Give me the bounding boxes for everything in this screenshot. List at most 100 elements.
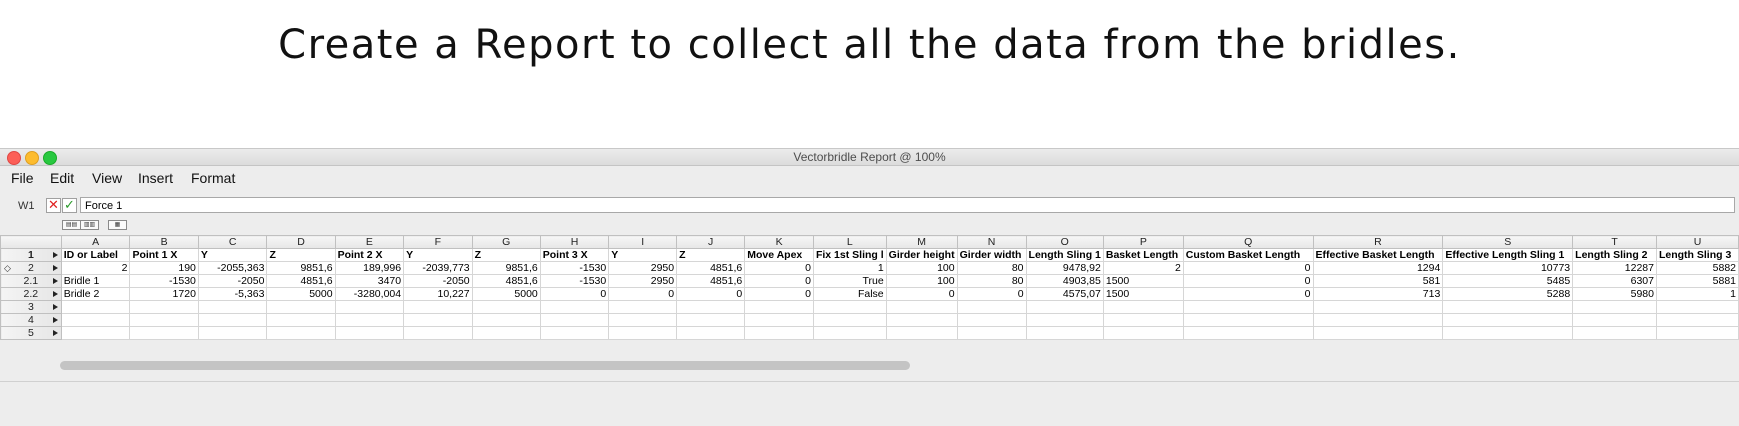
table-cell[interactable] [1312, 326, 1444, 340]
column-header-b[interactable]: B [129, 235, 199, 249]
table-cell[interactable]: Y [608, 248, 678, 262]
table-cell[interactable] [197, 313, 268, 327]
scrollbar-thumb[interactable] [60, 361, 910, 370]
table-cell[interactable] [60, 300, 131, 314]
table-cell[interactable]: -2050 [197, 274, 268, 288]
table-cell[interactable] [129, 326, 199, 340]
row-header[interactable]: 2.2 [0, 287, 62, 301]
table-cell[interactable]: 1 [812, 261, 887, 275]
table-cell[interactable] [1572, 313, 1657, 327]
table-cell[interactable] [1572, 300, 1657, 314]
table-cell[interactable] [1182, 313, 1314, 327]
table-cell[interactable]: Fix 1st Sling l [812, 248, 887, 262]
table-cell[interactable] [60, 313, 131, 327]
table-cell[interactable]: 4851,6 [266, 274, 336, 288]
table-cell[interactable]: -5,363 [197, 287, 268, 301]
table-cell[interactable]: 9478,92 [1025, 261, 1104, 275]
table-cell[interactable] [266, 326, 336, 340]
table-cell[interactable]: 1720 [129, 287, 199, 301]
row-header[interactable]: 5 [0, 326, 62, 340]
row-expand-triangle-icon[interactable] [52, 278, 58, 284]
row-expand-triangle-icon[interactable] [52, 291, 58, 297]
table-cell[interactable]: Effective Length Sling 1 [1442, 248, 1574, 262]
table-cell[interactable]: Length Sling 3 [1655, 248, 1739, 262]
table-cell[interactable]: 5881 [1655, 274, 1739, 288]
table-cell[interactable]: Bridle 2 [60, 287, 131, 301]
table-cell[interactable]: 4575,07 [1025, 287, 1104, 301]
table-cell[interactable] [1182, 300, 1314, 314]
row-expand-triangle-icon[interactable] [52, 304, 58, 310]
table-cell[interactable]: 189,996 [334, 261, 405, 275]
table-cell[interactable]: Length Sling 1 [1025, 248, 1104, 262]
row-header[interactable]: 4 [0, 313, 62, 327]
column-header-m[interactable]: M [885, 235, 958, 249]
table-cell[interactable]: -1530 [129, 274, 199, 288]
column-header-p[interactable]: P [1102, 235, 1184, 249]
row-header[interactable]: 3 [0, 300, 62, 314]
table-cell[interactable]: 10773 [1442, 261, 1574, 275]
row-header[interactable]: 1 [0, 248, 62, 262]
table-cell[interactable]: Basket Length [1102, 248, 1184, 262]
table-cell[interactable]: 9851,6 [471, 261, 541, 275]
table-cell[interactable] [539, 313, 610, 327]
insert-chart-icon[interactable]: ▥▥ [80, 220, 99, 230]
column-header-h[interactable]: H [539, 235, 610, 249]
table-cell[interactable]: 2 [1102, 261, 1184, 275]
column-header-k[interactable]: K [744, 235, 814, 249]
table-cell[interactable] [744, 313, 814, 327]
table-cell[interactable] [403, 326, 473, 340]
table-cell[interactable]: 80 [956, 261, 1027, 275]
table-cell[interactable] [1182, 326, 1314, 340]
table-cell[interactable] [334, 300, 405, 314]
table-cell[interactable]: -1530 [539, 261, 610, 275]
table-cell[interactable] [1102, 300, 1184, 314]
table-cell[interactable]: Effective Basket Length [1312, 248, 1444, 262]
column-header-i[interactable]: I [608, 235, 678, 249]
table-cell[interactable]: 0 [744, 287, 814, 301]
table-cell[interactable] [608, 300, 678, 314]
table-cell[interactable]: 1500 [1102, 274, 1184, 288]
column-header-l[interactable]: L [812, 235, 887, 249]
table-cell[interactable] [403, 300, 473, 314]
table-cell[interactable] [1102, 313, 1184, 327]
column-header-t[interactable]: T [1572, 235, 1657, 249]
table-cell[interactable] [197, 300, 268, 314]
table-cell[interactable]: Girder width [956, 248, 1027, 262]
grid-corner[interactable] [0, 235, 62, 249]
menu-file[interactable]: File [11, 170, 34, 186]
table-cell[interactable]: 0 [608, 287, 678, 301]
table-cell[interactable] [266, 313, 336, 327]
table-cell[interactable]: 6307 [1572, 274, 1657, 288]
row-expand-triangle-icon[interactable] [52, 252, 58, 258]
column-header-a[interactable]: A [60, 235, 131, 249]
table-cell[interactable] [744, 300, 814, 314]
table-cell[interactable] [129, 313, 199, 327]
table-cell[interactable] [129, 300, 199, 314]
table-cell[interactable]: True [812, 274, 887, 288]
table-cell[interactable]: Length Sling 2 [1572, 248, 1657, 262]
table-cell[interactable]: 9851,6 [266, 261, 336, 275]
table-cell[interactable] [471, 313, 541, 327]
table-cell[interactable]: 3470 [334, 274, 405, 288]
table-cell[interactable]: 12287 [1572, 261, 1657, 275]
table-cell[interactable] [956, 300, 1027, 314]
table-cell[interactable]: 1 [1655, 287, 1739, 301]
table-cell[interactable]: 5288 [1442, 287, 1574, 301]
table-cell[interactable] [1442, 326, 1574, 340]
table-cell[interactable] [608, 326, 678, 340]
window-titlebar[interactable]: Vectorbridle Report @ 100% [0, 149, 1739, 166]
table-cell[interactable] [812, 300, 887, 314]
table-cell[interactable]: 0 [744, 274, 814, 288]
table-cell[interactable] [60, 326, 131, 340]
column-header-u[interactable]: U [1655, 235, 1739, 249]
table-cell[interactable] [608, 313, 678, 327]
table-cell[interactable]: Z [266, 248, 336, 262]
column-header-n[interactable]: N [956, 235, 1027, 249]
row-expand-triangle-icon[interactable] [52, 317, 58, 323]
table-cell[interactable] [1025, 326, 1104, 340]
table-cell[interactable] [885, 313, 958, 327]
column-header-f[interactable]: F [403, 235, 473, 249]
column-header-c[interactable]: C [197, 235, 268, 249]
row-header[interactable]: 2.1 [0, 274, 62, 288]
menu-view[interactable]: View [92, 170, 122, 186]
